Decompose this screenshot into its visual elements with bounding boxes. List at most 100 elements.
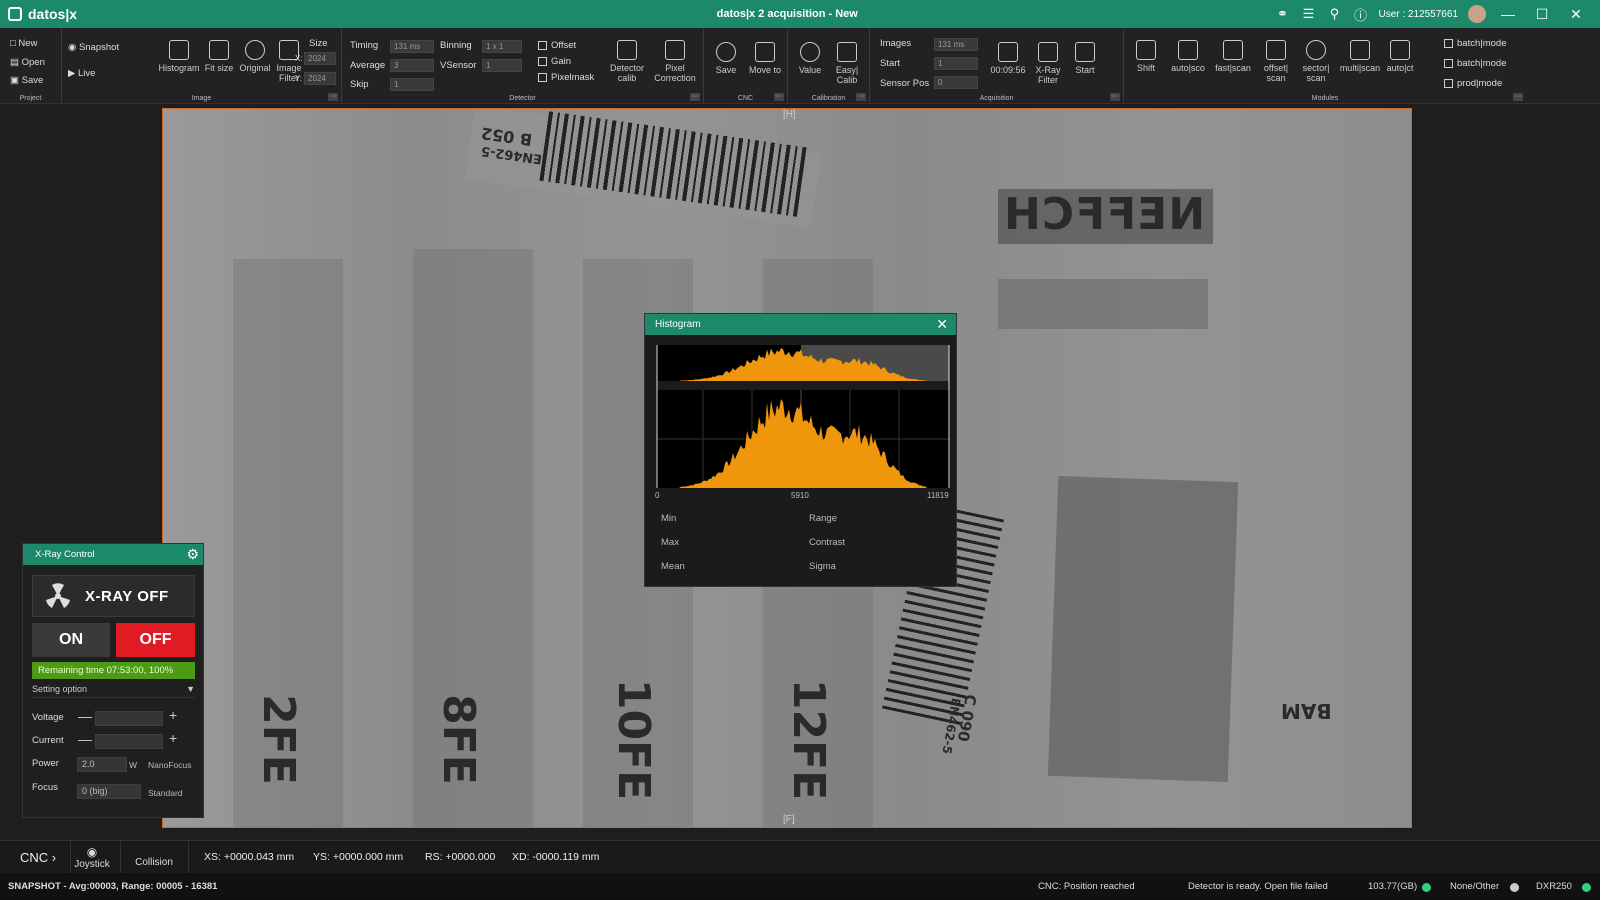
voltage-minus-icon[interactable]: — bbox=[78, 708, 92, 724]
timing-select[interactable]: 131 ms bbox=[390, 40, 434, 53]
histogram-axis-max: 11819 bbox=[927, 491, 949, 500]
offset-checkbox[interactable]: Offset bbox=[538, 40, 576, 51]
module-shift-label: Shift bbox=[1136, 63, 1155, 73]
power-input[interactable]: 2.0 bbox=[77, 757, 127, 772]
module-multiscan-button[interactable]: multi|scan bbox=[1338, 40, 1382, 73]
voltage-input[interactable] bbox=[95, 711, 163, 726]
cnc-menu-button[interactable]: CNC › bbox=[20, 850, 56, 865]
vsensor-select[interactable]: 1 bbox=[482, 59, 522, 72]
value-button[interactable]: Value bbox=[792, 42, 828, 75]
easy-calib-button[interactable]: Easy| Calib bbox=[828, 42, 866, 85]
original-button[interactable]: Original bbox=[234, 40, 276, 73]
xray-filter-button[interactable]: X-Ray Filter bbox=[1030, 42, 1066, 85]
expand-modules-button[interactable]: ⋯ bbox=[1513, 93, 1523, 101]
expand-acquisition-button[interactable]: ⋯ bbox=[1110, 93, 1120, 101]
zoom-icon[interactable]: ⚲ bbox=[1326, 6, 1342, 22]
batchmode-checkbox-1[interactable]: batch|mode bbox=[1444, 38, 1506, 49]
ct-start-label: Start bbox=[1075, 65, 1095, 75]
module-autosco-button[interactable]: auto|sco bbox=[1166, 40, 1210, 73]
xray-control-panel[interactable]: X-Ray Control ⚙ X-RAY OFF ON OFF Remaini… bbox=[22, 543, 204, 818]
time-button[interactable]: 00:09:56 bbox=[988, 42, 1028, 75]
group-label-detector: Detector bbox=[509, 95, 536, 102]
original-label: Original bbox=[239, 63, 271, 73]
group-label-modules: Modules bbox=[1311, 95, 1339, 102]
xray-off-button[interactable]: OFF bbox=[116, 623, 195, 657]
gear-icon[interactable]: ⚙ bbox=[186, 546, 199, 563]
module-sectorscan-button[interactable]: sector| scan bbox=[1296, 40, 1336, 83]
close-icon[interactable]: ✕ bbox=[936, 316, 948, 333]
ct-start-button[interactable]: Start bbox=[1068, 42, 1102, 75]
xray-state-text: X-RAY OFF bbox=[85, 587, 169, 605]
live-label: Live bbox=[77, 68, 96, 79]
xray-on-button[interactable]: ON bbox=[32, 623, 110, 657]
cnc-label: CNC bbox=[20, 850, 49, 865]
xray-control-header[interactable]: X-Ray Control ⚙ bbox=[23, 544, 203, 565]
module-offsetscan-button[interactable]: offset| scan bbox=[1256, 40, 1296, 83]
minimize-icon[interactable]: — bbox=[1496, 6, 1520, 22]
histogram-header[interactable]: Histogram ✕ bbox=[645, 314, 956, 335]
divider bbox=[120, 841, 121, 874]
focus-select[interactable]: 0 (big) bbox=[77, 784, 141, 799]
live-button[interactable]: ▶ Live bbox=[68, 68, 95, 79]
link-icon[interactable]: ⚭ bbox=[1274, 6, 1290, 22]
expand-cnc-button[interactable]: ⋯ bbox=[774, 93, 784, 101]
save-button[interactable]: ▣ Save bbox=[10, 75, 43, 86]
binning-select[interactable]: 1 x 1 bbox=[482, 40, 522, 53]
group-acquisition: Images 131 ms Start 1 Sensor Pos 0 00:09… bbox=[870, 28, 1124, 104]
joystick-button[interactable]: ◉ Joystick bbox=[74, 845, 110, 870]
histogram-button[interactable]: Histogram bbox=[156, 40, 202, 73]
pixel-correction-button[interactable]: Pixel Correction bbox=[650, 40, 700, 83]
size-x-input[interactable]: 2024 bbox=[304, 52, 336, 65]
module-autoct-button[interactable]: auto|ct bbox=[1382, 40, 1418, 73]
avatar[interactable] bbox=[1468, 5, 1486, 23]
setting-option-dropdown[interactable]: Setting option ▼ bbox=[32, 684, 195, 698]
collision-button[interactable]: Collision bbox=[126, 857, 182, 868]
current-label: Current bbox=[32, 735, 64, 746]
batchmode-checkbox-2[interactable]: batch|mode bbox=[1444, 58, 1506, 69]
document-icon bbox=[998, 42, 1018, 62]
settings-sliders-icon[interactable]: ☰ bbox=[1300, 6, 1316, 22]
prodmode-checkbox[interactable]: prod|mode bbox=[1444, 78, 1502, 89]
image-viewport[interactable]: B 052 EN462-5 C 090 EN462-5 BAM NEFFCH 2… bbox=[0, 105, 1600, 840]
new-button[interactable]: □ New bbox=[10, 38, 37, 49]
sensor-pos-input[interactable]: 0 bbox=[934, 76, 978, 89]
skip-input[interactable]: 1 bbox=[390, 78, 434, 91]
info-icon[interactable]: ⓘ bbox=[1352, 6, 1368, 23]
app-logo: datos|x bbox=[0, 6, 300, 22]
maximize-icon[interactable]: ☐ bbox=[1530, 6, 1554, 23]
stamp-neffch: NEFFCH bbox=[1003, 189, 1206, 240]
start-input[interactable]: 1 bbox=[934, 57, 978, 70]
value-label: Value bbox=[798, 65, 822, 75]
skip-label: Skip bbox=[350, 79, 369, 90]
expand-detector-button[interactable]: ⋯ bbox=[690, 93, 700, 101]
cnc-save-button[interactable]: Save bbox=[708, 42, 744, 75]
pixelmask-checkbox[interactable]: Pixelmask bbox=[538, 72, 594, 83]
histogram-icon bbox=[169, 40, 189, 60]
images-select[interactable]: 131 ms bbox=[934, 38, 978, 51]
close-icon[interactable]: ✕ bbox=[1564, 6, 1588, 23]
size-y-input[interactable]: 2024 bbox=[304, 72, 336, 85]
current-input[interactable] bbox=[95, 734, 163, 749]
histogram-chart[interactable]: 0 5910 11819 bbox=[651, 340, 951, 500]
sector-scan-icon bbox=[1306, 40, 1326, 60]
gain-checkbox[interactable]: Gain bbox=[538, 56, 571, 67]
snapshot-button[interactable]: ◉ Snapshot bbox=[68, 42, 119, 53]
fit-size-button[interactable]: Fit size bbox=[202, 40, 236, 73]
average-input[interactable]: 3 bbox=[390, 59, 434, 72]
move-to-button[interactable]: Move to bbox=[744, 42, 786, 75]
module-fastscan-button[interactable]: fast|scan bbox=[1210, 40, 1256, 73]
fit-size-label: Fit size bbox=[204, 63, 234, 73]
open-button[interactable]: ▤ Open bbox=[10, 57, 45, 68]
module-shift-button[interactable]: Shift bbox=[1124, 40, 1168, 73]
current-plus-icon[interactable]: + bbox=[169, 730, 177, 746]
current-minus-icon[interactable]: — bbox=[78, 731, 92, 747]
detector-calib-label: Detector calib bbox=[609, 63, 644, 83]
histogram-dialog[interactable]: Histogram ✕ 0 5910 11819 Min Max Mean Ra… bbox=[644, 313, 957, 587]
ct-icon bbox=[1390, 40, 1410, 60]
detector-calib-button[interactable]: Detector calib bbox=[604, 40, 650, 83]
voltage-plus-icon[interactable]: + bbox=[169, 707, 177, 723]
group-modules: Shift auto|sco fast|scan offset| scan se… bbox=[1124, 28, 1526, 104]
multiscan-icon bbox=[1350, 40, 1370, 60]
expand-image-button[interactable]: ⋯ bbox=[328, 93, 338, 101]
expand-calibration-button[interactable]: ⋯ bbox=[856, 93, 866, 101]
